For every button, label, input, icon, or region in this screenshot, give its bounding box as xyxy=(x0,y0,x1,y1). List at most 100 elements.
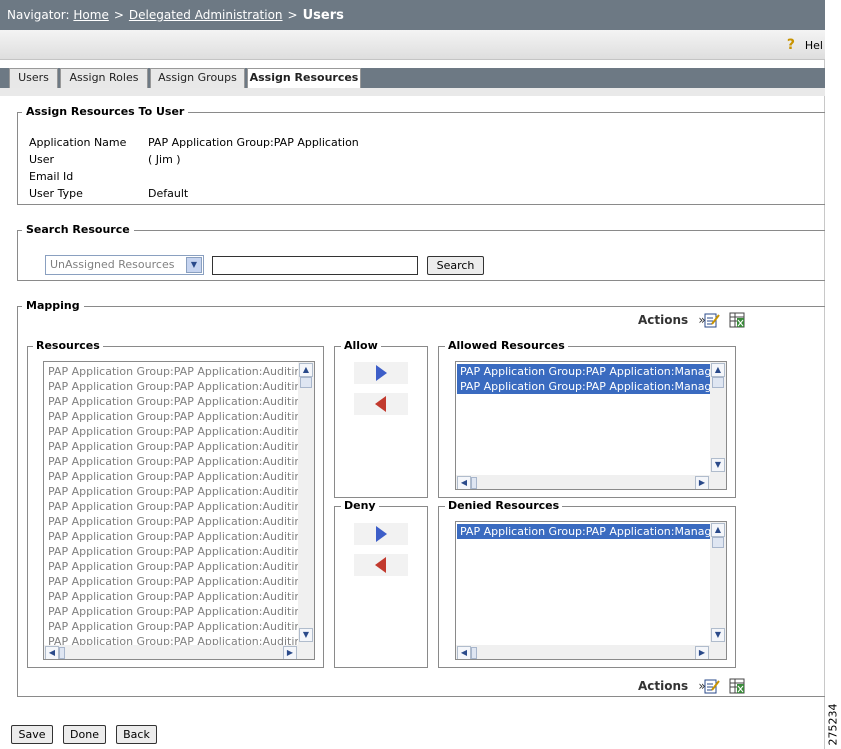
email-id-label: Email Id xyxy=(29,170,74,183)
allow-remove-button[interactable] xyxy=(354,393,408,415)
list-item[interactable]: PAP Application Group:PAP Application:Au… xyxy=(45,619,299,634)
list-item[interactable]: PAP Application Group:PAP Application:Ma… xyxy=(457,364,711,379)
list-item[interactable]: PAP Application Group:PAP Application:Au… xyxy=(45,604,299,619)
tab-strip: Users Assign Roles Assign Groups Assign … xyxy=(0,68,825,89)
scroll-corner xyxy=(298,643,314,659)
list-item[interactable]: PAP Application Group:PAP Application:Au… xyxy=(45,484,299,499)
list-item[interactable]: PAP Application Group:PAP Application:Au… xyxy=(45,409,299,424)
scroll-down-icon[interactable]: ▼ xyxy=(711,458,725,472)
chevron-down-icon: ▼ xyxy=(186,257,202,273)
breadcrumb-separator: > xyxy=(287,8,298,22)
scroll-up-icon[interactable]: ▲ xyxy=(711,363,725,377)
search-input[interactable] xyxy=(212,256,418,275)
denied-items: PAP Application Group:PAP Application:Ma… xyxy=(457,524,711,539)
search-legend: Search Resource xyxy=(22,223,134,236)
list-item[interactable]: PAP Application Group:PAP Application:Au… xyxy=(45,424,299,439)
arrow-left-icon xyxy=(375,557,386,573)
list-item[interactable]: PAP Application Group:PAP Application:Au… xyxy=(45,394,299,409)
scroll-down-icon[interactable]: ▼ xyxy=(711,628,725,642)
allow-add-button[interactable] xyxy=(354,362,408,384)
help-bar: ? Hel xyxy=(0,30,825,60)
allowed-resources-list[interactable]: PAP Application Group:PAP Application:Ma… xyxy=(455,361,727,490)
scroll-left-icon[interactable]: ◀ xyxy=(45,646,59,659)
scroll-right-icon[interactable]: ▶ xyxy=(695,476,709,489)
list-item[interactable]: PAP Application Group:PAP Application:Au… xyxy=(45,529,299,544)
save-button[interactable]: Save xyxy=(11,725,53,744)
back-button[interactable]: Back xyxy=(116,725,157,744)
denied-resources-label: Denied Resources xyxy=(445,499,563,512)
mapping-legend: Mapping xyxy=(22,299,84,312)
tab-assign-groups[interactable]: Assign Groups xyxy=(150,68,245,88)
arrow-right-icon xyxy=(376,365,387,381)
deny-remove-button[interactable] xyxy=(354,554,408,576)
scroll-down-icon[interactable]: ▼ xyxy=(299,628,313,642)
actions-label: Actions xyxy=(638,679,689,693)
resources-vscroll[interactable]: ▲ ▼ xyxy=(298,362,314,645)
deny-add-button[interactable] xyxy=(354,523,408,545)
list-item[interactable]: PAP Application Group:PAP Application:Au… xyxy=(45,439,299,454)
scroll-up-icon[interactable]: ▲ xyxy=(711,523,725,537)
denied-hscroll[interactable]: ◀ ▶ xyxy=(456,645,712,659)
scroll-corner xyxy=(710,643,726,659)
user-type-value: Default xyxy=(148,187,189,200)
list-item[interactable]: PAP Application Group:PAP Application:Ma… xyxy=(457,524,711,539)
resource-filter-select[interactable]: UnAssigned Resources ▼ xyxy=(45,255,204,275)
tab-assign-roles[interactable]: Assign Roles xyxy=(60,68,148,88)
export-grid-icon[interactable] xyxy=(729,312,745,328)
scroll-thumb[interactable] xyxy=(300,377,312,388)
scroll-corner xyxy=(710,473,726,489)
scroll-thumb[interactable] xyxy=(471,647,477,659)
export-grid-icon[interactable] xyxy=(729,678,745,694)
list-item[interactable]: PAP Application Group:PAP Application:Au… xyxy=(45,379,299,394)
user-info-section xyxy=(17,112,825,205)
scroll-up-icon[interactable]: ▲ xyxy=(299,363,313,377)
actions-menu-bottom[interactable]: Actions » xyxy=(638,679,706,693)
list-item[interactable]: PAP Application Group:PAP Application:Au… xyxy=(45,514,299,529)
list-item[interactable]: PAP Application Group:PAP Application:Au… xyxy=(45,574,299,589)
denied-vscroll[interactable]: ▲ ▼ xyxy=(710,522,726,645)
scroll-thumb[interactable] xyxy=(59,647,65,659)
edit-note-icon[interactable] xyxy=(704,678,720,694)
help-link[interactable]: ? Hel xyxy=(787,37,823,53)
scroll-left-icon[interactable]: ◀ xyxy=(457,646,471,659)
actions-menu-top[interactable]: Actions » xyxy=(638,313,706,327)
list-item[interactable]: PAP Application Group:PAP Application:Au… xyxy=(45,499,299,514)
list-item[interactable]: PAP Application Group:PAP Application:Au… xyxy=(45,469,299,484)
allowed-vscroll[interactable]: ▲ ▼ xyxy=(710,362,726,475)
user-type-label: User Type xyxy=(29,187,83,200)
scroll-left-icon[interactable]: ◀ xyxy=(457,476,471,489)
list-item[interactable]: PAP Application Group:PAP Application:Au… xyxy=(45,364,299,379)
tab-users[interactable]: Users xyxy=(9,68,58,88)
list-item[interactable]: PAP Application Group:PAP Application:Ma… xyxy=(457,379,711,394)
list-item[interactable]: PAP Application Group:PAP Application:Au… xyxy=(45,544,299,559)
done-button[interactable]: Done xyxy=(63,725,106,744)
allowed-resources-label: Allowed Resources xyxy=(445,339,568,352)
resources-hscroll[interactable]: ◀ ▶ xyxy=(44,645,300,659)
list-item[interactable]: PAP Application Group:PAP Application:Au… xyxy=(45,559,299,574)
allowed-items: PAP Application Group:PAP Application:Ma… xyxy=(457,364,711,394)
tab-assign-resources[interactable]: Assign Resources xyxy=(247,68,361,89)
list-item[interactable]: PAP Application Group:PAP Application:Au… xyxy=(45,589,299,604)
breadcrumb-current: Users xyxy=(302,8,344,23)
denied-resources-list[interactable]: PAP Application Group:PAP Application:Ma… xyxy=(455,521,727,660)
breadcrumb-home[interactable]: Home xyxy=(73,8,108,22)
scroll-thumb[interactable] xyxy=(471,477,477,489)
allowed-hscroll[interactable]: ◀ ▶ xyxy=(456,475,712,489)
allow-label: Allow xyxy=(341,339,381,352)
scroll-thumb[interactable] xyxy=(712,537,724,548)
navigator-bar: Navigator: Home > Delegated Administration… xyxy=(0,0,825,30)
search-button[interactable]: Search xyxy=(427,256,484,275)
resources-list[interactable]: PAP Application Group:PAP Application:Au… xyxy=(43,361,315,660)
scroll-thumb[interactable] xyxy=(712,377,724,388)
user-label: User xyxy=(29,153,55,166)
figure-number-text: 275234 xyxy=(826,703,840,746)
edit-note-icon[interactable] xyxy=(704,312,720,328)
navigator-prefix: Navigator: xyxy=(7,8,70,22)
scroll-right-icon[interactable]: ▶ xyxy=(283,646,297,659)
list-item[interactable]: PAP Application Group:PAP Application:Au… xyxy=(45,454,299,469)
breadcrumb-separator: > xyxy=(113,8,124,22)
breadcrumb-delegated-administration[interactable]: Delegated Administration xyxy=(129,8,283,22)
user-value: ( Jim ) xyxy=(148,153,181,166)
scroll-right-icon[interactable]: ▶ xyxy=(695,646,709,659)
application-name-value: PAP Application Group:PAP Application xyxy=(148,136,359,149)
